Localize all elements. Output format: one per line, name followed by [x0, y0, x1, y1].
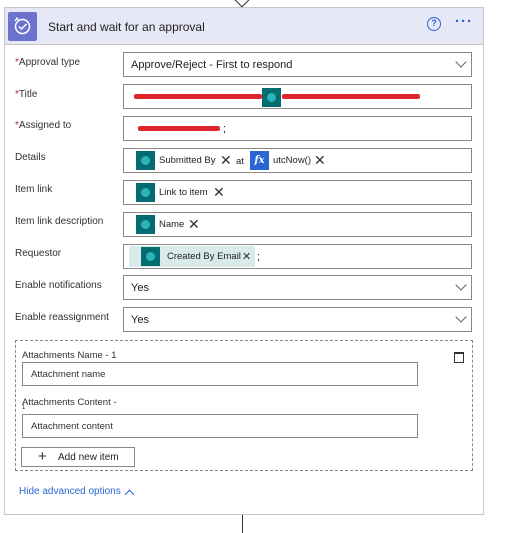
delete-item-icon[interactable]	[454, 352, 464, 363]
requestor-separator: ;	[257, 251, 261, 263]
enable-notifications-label: Enable notifications	[15, 280, 102, 291]
approval-type-select[interactable]: Approve/Reject - First to respond	[123, 52, 472, 77]
chevron-down-icon	[455, 279, 467, 291]
card-title: Start and wait for an approval	[48, 20, 205, 34]
remove-token-icon[interactable]: ✕	[220, 152, 232, 168]
chevron-down-icon	[455, 311, 467, 323]
attachment-name-input[interactable]: Attachment name	[22, 362, 418, 386]
attachments-content-label: Attachments Content -	[22, 397, 117, 408]
details-label: Details	[15, 152, 46, 163]
details-input[interactable]: Submitted By ✕ at fx utcNow() ✕	[123, 148, 472, 173]
approval-action-card: Start and wait for an approval ? ··· *Ap…	[4, 7, 484, 515]
card-header[interactable]: Start and wait for an approval ? ···	[5, 8, 483, 45]
requestor-label: Requestor	[15, 248, 62, 259]
hide-advanced-options-link[interactable]: Hide advanced options	[19, 486, 121, 497]
chevron-up-icon[interactable]	[124, 489, 135, 500]
enable-reassignment-label: Enable reassignment	[15, 312, 109, 323]
redaction-mark	[134, 94, 262, 99]
token-submitted-by[interactable]: Submitted By ✕	[136, 151, 236, 170]
more-options-icon[interactable]: ···	[455, 13, 473, 30]
attachment-content-input[interactable]: Attachment content	[22, 414, 418, 438]
title-label: *Title	[15, 89, 38, 100]
remove-token-icon[interactable]: ✕	[314, 152, 326, 168]
add-new-item-button[interactable]: + Add new item	[21, 447, 135, 467]
enable-notifications-select[interactable]: Yes	[123, 275, 472, 300]
item-link-description-input[interactable]: Name ✕	[123, 212, 472, 237]
approval-icon	[8, 12, 37, 41]
sharepoint-token-icon	[262, 88, 281, 107]
token-name[interactable]: Name ✕	[136, 215, 206, 234]
attachments-content-label-cont: 1	[22, 405, 26, 411]
enable-notifications-value: Yes	[131, 282, 149, 294]
expression-fx-icon: fx	[250, 151, 269, 170]
requestor-input[interactable]: Created By Email ✕ ;	[123, 244, 472, 269]
sharepoint-token-icon	[136, 215, 155, 234]
sharepoint-token-icon	[141, 247, 160, 266]
item-link-input[interactable]: Link to item ✕	[123, 180, 472, 205]
token-created-by-email[interactable]: Created By Email ✕	[129, 246, 255, 267]
approval-type-value: Approve/Reject - First to respond	[131, 59, 293, 71]
enable-reassignment-value: Yes	[131, 314, 149, 326]
help-icon[interactable]: ?	[427, 17, 441, 31]
item-link-description-label: Item link description	[15, 216, 104, 227]
attachments-name-label: Attachments Name - 1	[22, 350, 117, 361]
redaction-mark	[138, 126, 220, 131]
token-link-to-item[interactable]: Link to item ✕	[136, 183, 230, 202]
remove-token-icon[interactable]: ✕	[242, 249, 251, 265]
assigned-to-separator: ;	[223, 123, 227, 135]
attachment-content-placeholder: Attachment content	[31, 421, 113, 432]
token-utcnow[interactable]: fx utcNow() ✕	[250, 151, 330, 170]
enable-reassignment-select[interactable]: Yes	[123, 307, 472, 332]
approval-type-label: *Approval type	[15, 57, 81, 68]
chevron-down-icon	[455, 56, 467, 68]
assigned-to-label: *Assigned to	[15, 120, 72, 131]
remove-token-icon[interactable]: ✕	[213, 184, 225, 200]
details-at-text: at	[236, 156, 244, 167]
plus-icon: +	[38, 448, 47, 465]
attachment-name-placeholder: Attachment name	[31, 369, 106, 380]
bottom-connector-line	[242, 515, 243, 533]
assigned-to-input[interactable]: ;	[123, 116, 472, 141]
item-link-label: Item link	[15, 184, 53, 195]
sharepoint-token-icon	[136, 151, 155, 170]
redaction-mark	[282, 94, 420, 99]
title-input[interactable]	[123, 84, 472, 109]
attachments-array-box: Attachments Name - 1 Attachment name Att…	[15, 340, 473, 471]
sharepoint-token-icon	[136, 183, 155, 202]
remove-token-icon[interactable]: ✕	[188, 216, 200, 232]
